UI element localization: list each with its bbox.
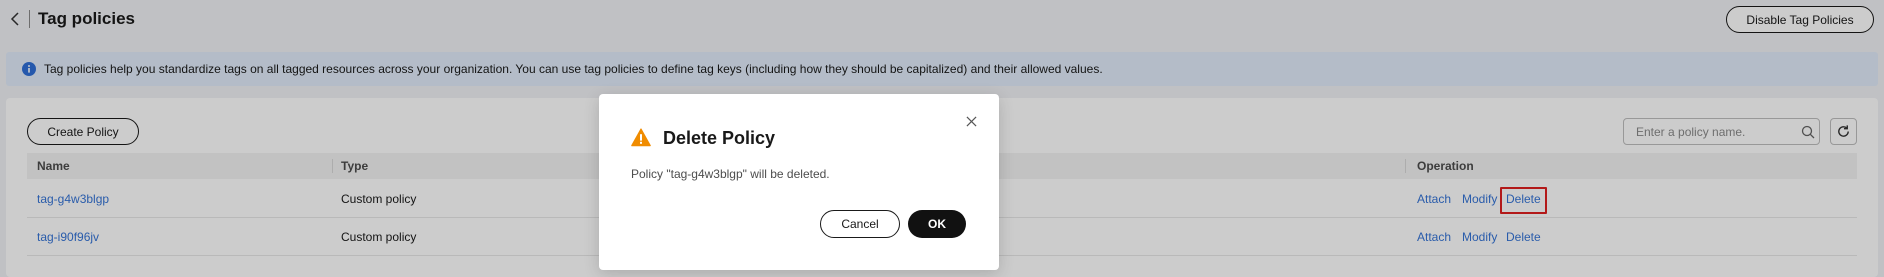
delete-policy-dialog: Delete Policy Policy "tag-g4w3blgp" will… <box>599 94 999 270</box>
close-icon <box>965 115 977 127</box>
cancel-button[interactable]: Cancel <box>820 210 900 238</box>
dialog-message: Policy "tag-g4w3blgp" will be deleted. <box>631 167 830 181</box>
warning-icon <box>631 128 651 147</box>
close-button[interactable] <box>964 114 978 128</box>
ok-button[interactable]: OK <box>908 210 966 238</box>
dialog-title: Delete Policy <box>663 128 776 148</box>
